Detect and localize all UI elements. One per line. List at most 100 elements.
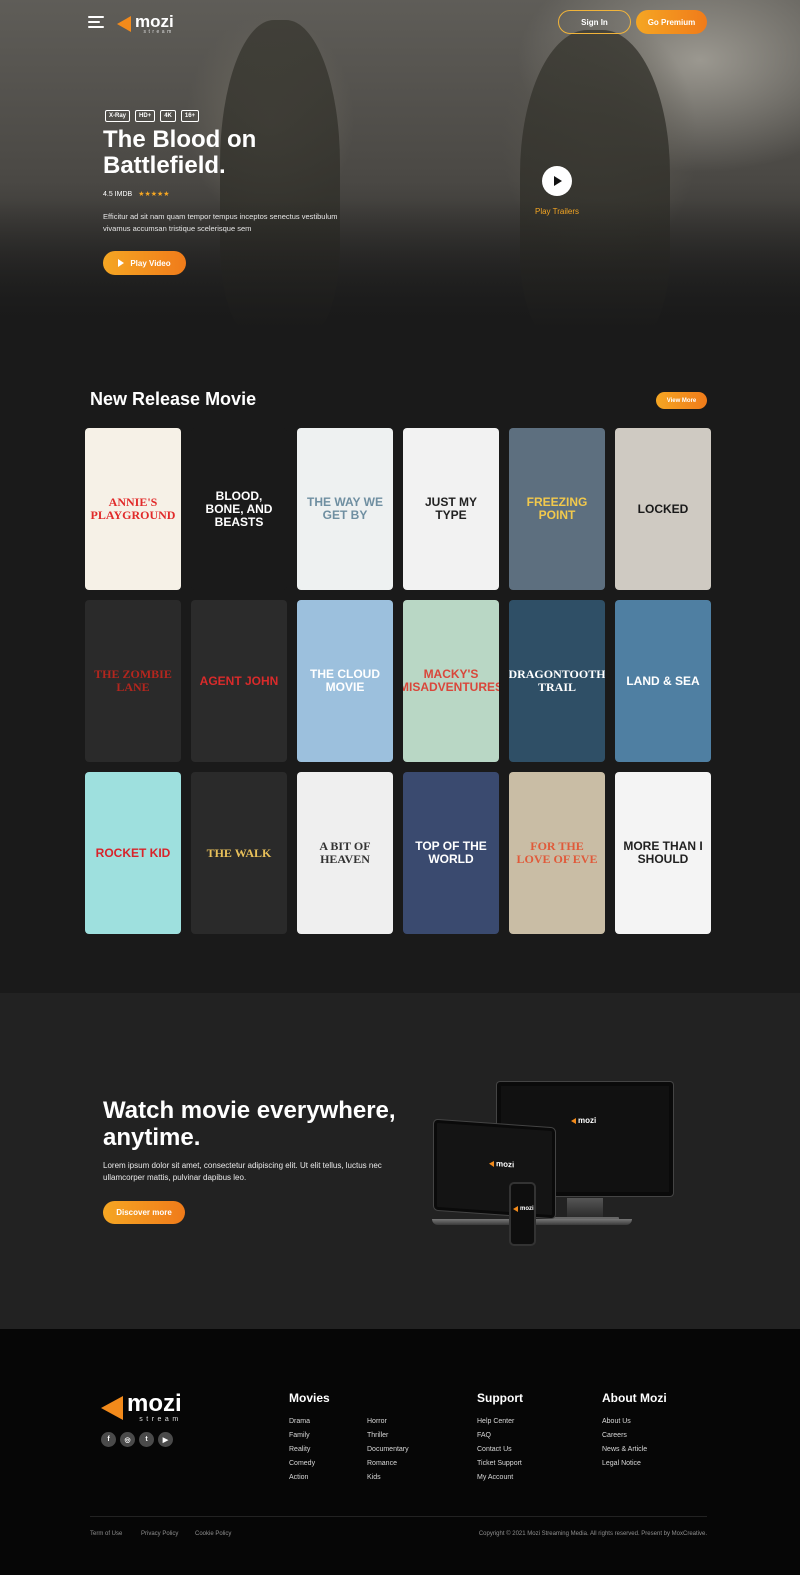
terms-link[interactable]: Term of Use (90, 1531, 122, 1537)
movie-poster[interactable]: The Zombie Lane (85, 600, 181, 762)
about-list: About Us Careers News & Article Legal Notic… (602, 1415, 647, 1471)
cookie-link[interactable]: Cookie Policy (195, 1531, 231, 1537)
footer-movie-link[interactable]: Drama (289, 1415, 315, 1429)
footer-movie-link[interactable]: Kids (367, 1471, 409, 1485)
monitor-logo: mozi (571, 1116, 596, 1125)
poster-grid: Annie's Playground Blood, Bone, and Beast… (85, 428, 711, 934)
poster-title: Land & Sea (626, 673, 700, 688)
poster-title: Blood, Bone, and Beasts (205, 488, 273, 529)
poster-title: The Way We Get By (306, 495, 383, 522)
movie-poster[interactable]: Macky's Misadventures (403, 600, 499, 762)
footer-movie-link[interactable]: Thriller (367, 1429, 409, 1443)
movie-poster[interactable]: Agent John (191, 600, 287, 762)
badge-age: 16+ (180, 110, 200, 122)
youtube-icon[interactable]: ▶ (158, 1432, 173, 1447)
hamburger-menu-icon[interactable] (88, 16, 104, 28)
movie-poster[interactable]: The Walk (191, 772, 287, 934)
footer-about-link[interactable]: Careers (602, 1429, 647, 1443)
hero-description: Efficitur ad sit nam quam tempor tempus … (103, 212, 338, 233)
movie-poster[interactable]: Land & Sea (615, 600, 711, 762)
watch-title: Watch movie everywhere, anytime. (103, 1097, 396, 1151)
footer-about-link[interactable]: Legal Notice (602, 1457, 647, 1471)
footer-support-link[interactable]: Ticket Support (477, 1457, 522, 1471)
footer-movie-link[interactable]: Family (289, 1429, 315, 1443)
hero-title: The Blood on Battlefield. (103, 126, 257, 179)
poster-title: A Bit of Heaven (319, 839, 371, 866)
laptop-logo: mozi (489, 1159, 514, 1169)
footer-about-link[interactable]: News & Article (602, 1443, 647, 1457)
footer-logo[interactable]: mozi stream (101, 1392, 182, 1423)
instagram-icon[interactable]: ◎ (120, 1432, 135, 1447)
footer-support-link[interactable]: Help Center (477, 1415, 522, 1429)
social-links: f ◎ t ▶ (101, 1432, 173, 1447)
movie-poster[interactable]: Top of the World (403, 772, 499, 934)
movie-poster[interactable]: For the Love of Eve (509, 772, 605, 934)
discover-more-button[interactable]: Discover more (103, 1201, 185, 1224)
twitter-icon[interactable]: t (139, 1432, 154, 1447)
logo-mark-icon (117, 16, 131, 32)
poster-title: Locked (637, 501, 689, 516)
header-logo[interactable]: mozi stream (117, 13, 174, 35)
movie-poster[interactable]: Rocket Kid (85, 772, 181, 934)
movies-column-title: Movies (289, 1391, 330, 1405)
footer-movie-link[interactable]: Horror (367, 1415, 409, 1429)
poster-title: Rocket Kid (95, 845, 171, 860)
view-more-button[interactable]: View More (656, 392, 707, 409)
poster-title: More Than I Should (623, 839, 703, 866)
poster-title: Macky's Misadventures (403, 667, 499, 694)
poster-title: The Cloud Movie (310, 667, 380, 694)
support-column-title: Support (477, 1391, 523, 1405)
movie-poster[interactable]: Just My Type (403, 428, 499, 590)
movie-poster[interactable]: Freezing Point (509, 428, 605, 590)
poster-title: Top of the World (415, 839, 487, 866)
movie-poster[interactable]: Locked (615, 428, 711, 590)
poster-title: The Zombie Lane (94, 667, 172, 694)
footer-movie-link[interactable]: Romance (367, 1457, 409, 1471)
logo-sub: stream (143, 29, 174, 35)
footer: mozi stream f ◎ t ▶ Movies Drama Family Re… (0, 1329, 800, 1575)
footer-divider (90, 1516, 707, 1517)
movie-poster[interactable]: A Bit of Heaven (297, 772, 393, 934)
hero-rating: 4.5 IMDB ★★★★★ (103, 190, 170, 199)
poster-title: Freezing Point (526, 495, 588, 522)
footer-about-link[interactable]: About Us (602, 1415, 647, 1429)
star-rating-icon: ★★★★★ (138, 191, 170, 198)
poster-title: For the Love of Eve (516, 839, 598, 866)
poster-title: Just My Type (424, 495, 477, 522)
copyright-text: Copyright © 2021 Mozi Streaming Media. A… (478, 1531, 707, 1537)
play-video-label: Play Video (130, 258, 171, 268)
section-title: New Release Movie (90, 389, 257, 409)
movie-poster[interactable]: The Way We Get By (297, 428, 393, 590)
poster-title: Dragontooth Trail (509, 667, 605, 694)
movie-poster[interactable]: Dragontooth Trail (509, 600, 605, 762)
play-trailer-button[interactable] (542, 166, 572, 196)
play-icon (554, 176, 562, 186)
privacy-link[interactable]: Privacy Policy (141, 1531, 178, 1537)
facebook-icon[interactable]: f (101, 1432, 116, 1447)
play-trailer-label[interactable]: Play Trailers (527, 207, 587, 216)
footer-movie-link[interactable]: Documentary (367, 1443, 409, 1457)
movie-poster[interactable]: Blood, Bone, and Beasts (191, 428, 287, 590)
monitor-stand (567, 1198, 603, 1218)
page-root: mozi stream Sign In Go Premium X-Ray HD+… (0, 0, 800, 1575)
footer-movie-link[interactable]: Reality (289, 1443, 315, 1457)
support-list: Help Center FAQ Contact Us Ticket Support My… (477, 1415, 522, 1485)
movie-poster[interactable]: The Cloud Movie (297, 600, 393, 762)
sign-in-button[interactable]: Sign In (558, 10, 631, 34)
footer-movie-link[interactable]: Action (289, 1471, 315, 1485)
badge-xray: X-Ray (105, 110, 131, 122)
play-video-button[interactable]: Play Video (103, 251, 186, 275)
footer-support-link[interactable]: Contact Us (477, 1443, 522, 1457)
hero-section: mozi stream Sign In Go Premium X-Ray HD+… (0, 0, 800, 330)
footer-support-link[interactable]: My Account (477, 1471, 522, 1485)
watch-everywhere-section: Watch movie everywhere, anytime. Lorem i… (0, 993, 800, 1329)
movie-poster[interactable]: More Than I Should (615, 772, 711, 934)
movie-poster[interactable]: Annie's Playground (85, 428, 181, 590)
footer-support-link[interactable]: FAQ (477, 1429, 522, 1443)
poster-title: Agent John (199, 673, 279, 688)
laptop-image: mozi (434, 1119, 555, 1219)
poster-title: The Walk (206, 845, 272, 860)
footer-movie-link[interactable]: Comedy (289, 1457, 315, 1471)
go-premium-button[interactable]: Go Premium (636, 10, 707, 34)
play-icon (118, 259, 125, 267)
